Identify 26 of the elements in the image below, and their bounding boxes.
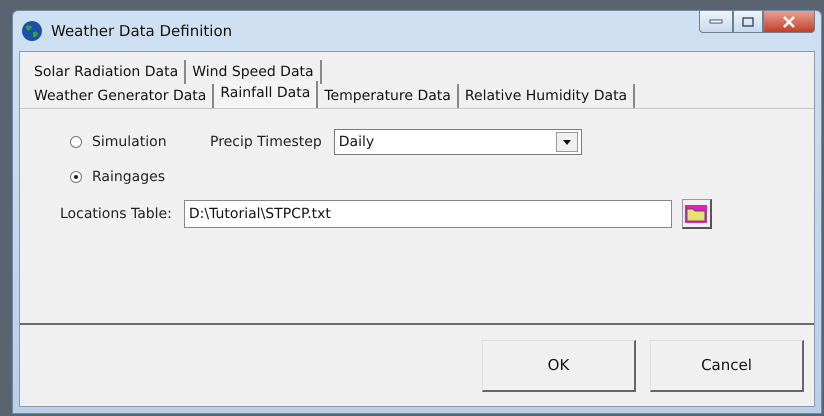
globe-icon	[21, 20, 43, 42]
radio-option[interactable]: Simulation	[70, 134, 210, 150]
locations-field[interactable]: D:\Tutorial\STPCP.txt	[184, 200, 672, 228]
tab[interactable]: Rainfall Data	[214, 81, 318, 108]
ok-button[interactable]: OK	[482, 340, 636, 392]
caret-icon	[562, 140, 571, 144]
minimize-icon	[709, 18, 723, 24]
radio-button[interactable]	[70, 136, 82, 148]
tab[interactable]: Relative Humidity Data	[458, 84, 636, 108]
timestep-dropdown[interactable]: Daily	[334, 129, 582, 155]
radio-option[interactable]: Raingages	[70, 169, 210, 185]
browse-button[interactable]	[682, 199, 712, 229]
minimize-button[interactable]	[699, 11, 733, 33]
maximize-icon	[742, 16, 754, 26]
radio-button[interactable]	[70, 171, 82, 183]
close-button[interactable]	[763, 11, 815, 33]
cancel-button[interactable]: Cancel	[650, 340, 804, 392]
tab[interactable]: Solar Radiation Data	[28, 60, 186, 84]
dropdown-button[interactable]	[556, 132, 578, 152]
field-label: Locations Table:	[60, 206, 172, 222]
tab[interactable]: Temperature Data	[318, 84, 459, 108]
folder-icon	[685, 204, 708, 222]
close-icon	[782, 16, 796, 28]
maximize-button[interactable]	[733, 11, 763, 33]
window-title: Weather Data Definition	[51, 22, 234, 40]
field-label: Precip Timestep	[210, 134, 322, 150]
